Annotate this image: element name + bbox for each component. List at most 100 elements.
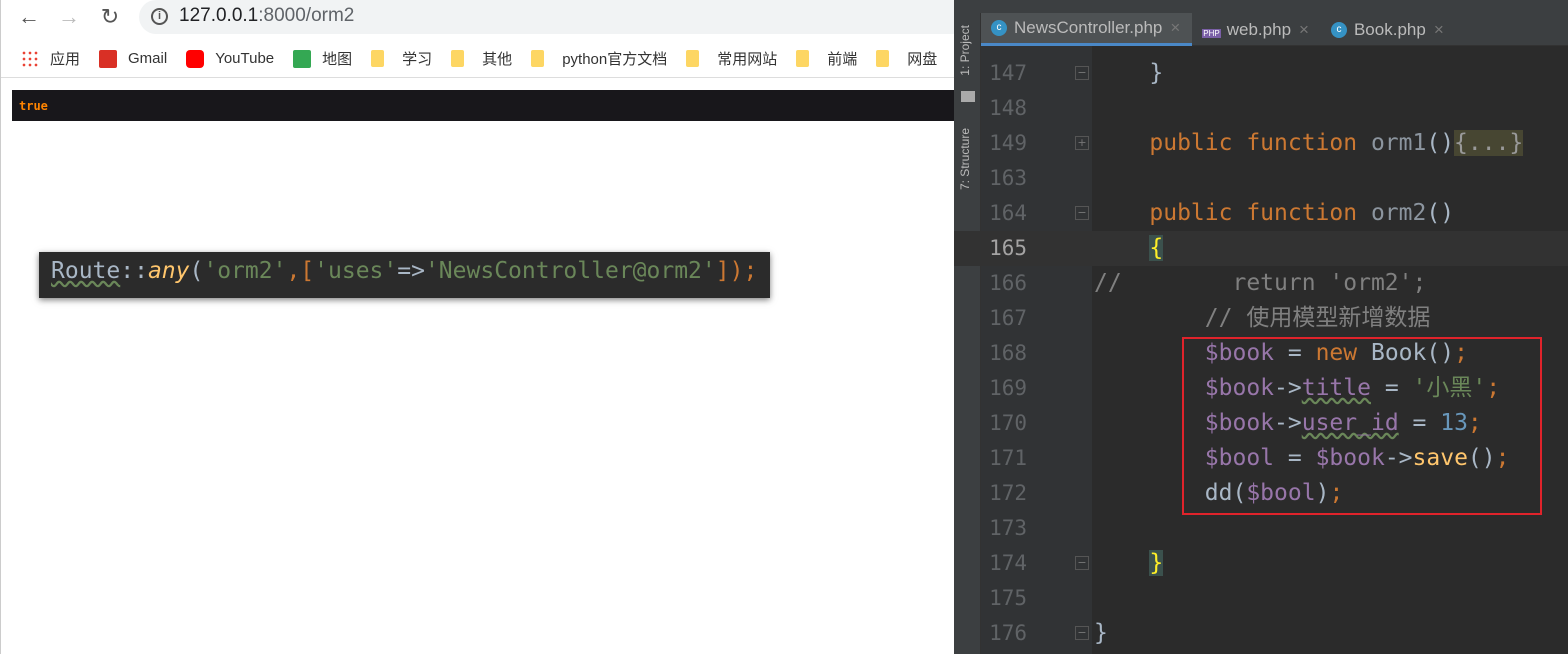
reload-button[interactable]: ↻: [97, 4, 123, 30]
tab-label: NewsController.php: [1014, 18, 1163, 37]
bookmark-label: 前端: [827, 51, 858, 68]
line-number: 171: [989, 446, 1027, 470]
code-token: (): [1426, 200, 1455, 226]
bookmark-label: 地图: [322, 51, 353, 68]
code-line: 165 {: [954, 231, 1568, 266]
fold-marker-icon[interactable]: −: [1075, 626, 1089, 640]
code-line: 149 + public function orm1(){...}: [954, 126, 1568, 161]
line-number: 149: [989, 131, 1027, 155]
line-number: 174: [989, 551, 1027, 575]
code-token: orm1: [1370, 130, 1427, 156]
bookmark-label: 网盘: [907, 51, 938, 68]
code-line: 167 // 使用模型新增数据: [954, 301, 1568, 336]
line-number: 148: [989, 96, 1027, 120]
code-token: {...}: [1454, 130, 1524, 156]
tab-web-php[interactable]: PHP web.php ×: [1192, 13, 1321, 46]
bookmark-0[interactable]: 应用: [21, 48, 80, 69]
code-token: ::: [120, 258, 148, 284]
dump-output: true: [12, 90, 955, 121]
code-token: }: [1094, 60, 1164, 86]
folder-icon: [796, 50, 810, 67]
bookmark-label: YouTube: [215, 50, 275, 67]
line-number: 165: [989, 236, 1027, 260]
tab-newscontroller-php[interactable]: c NewsController.php ×: [981, 13, 1193, 46]
code-text: }: [1094, 546, 1164, 581]
code-line: 176 −}: [954, 616, 1568, 651]
line-number: 166: [989, 271, 1027, 295]
youtube-icon: [186, 49, 205, 68]
bookmark-6[interactable]: python官方文档: [531, 48, 667, 69]
fold-marker-icon[interactable]: −: [1075, 556, 1089, 570]
bookmark-label: 学习: [402, 51, 433, 68]
bookmark-2[interactable]: YouTube: [186, 49, 275, 68]
code-line: 147 − }: [954, 56, 1568, 91]
close-tab-icon[interactable]: ×: [1170, 18, 1180, 38]
code-line: 166 // return 'orm2';: [954, 266, 1568, 301]
code-text: }: [1094, 56, 1163, 91]
code-token: (: [189, 258, 204, 284]
code-token: // 使用模型新增数据: [1094, 305, 1431, 331]
close-tab-icon[interactable]: ×: [1434, 20, 1444, 40]
code-token: }: [1149, 550, 1164, 576]
fold-marker-icon[interactable]: +: [1075, 136, 1089, 150]
code-text: // 使用模型新增数据: [1094, 301, 1431, 336]
fold-marker-icon[interactable]: −: [1075, 206, 1089, 220]
code-token: ,[: [286, 258, 315, 284]
line-number: 170: [989, 411, 1027, 435]
bookmark-9[interactable]: 网盘: [876, 48, 937, 69]
navigation-breadcrumb-bar: [954, 0, 1568, 13]
info-icon[interactable]: i: [151, 8, 168, 25]
code-token: 'uses': [314, 258, 398, 284]
bookmarks-bar: 应用 Gmail YouTube 地图 学习 其他 python官方文档 常用网站 前端 网盘: [1, 40, 955, 78]
code-text: // return 'orm2';: [1094, 266, 1426, 301]
code-text: {: [1094, 231, 1164, 266]
bookmark-label: 应用: [50, 51, 81, 68]
code-token: orm2: [1370, 200, 1427, 226]
back-button[interactable]: ←: [16, 4, 42, 30]
forward-button[interactable]: →: [56, 4, 82, 30]
route-code-tooltip: Route::any('orm2',['uses'=>'NewsControll…: [39, 252, 770, 298]
tab-label: Book.php: [1353, 19, 1426, 39]
tab-book-php[interactable]: c Book.php ×: [1321, 13, 1456, 46]
line-number: 167: [989, 306, 1027, 330]
bookmark-7[interactable]: 常用网站: [686, 48, 777, 69]
code-token: 'NewsController@orm2': [424, 258, 716, 284]
tab-label: web.php: [1226, 19, 1292, 39]
code-token: public function: [1094, 130, 1371, 156]
apps-grid-icon: [21, 49, 39, 68]
code-token: }: [1094, 620, 1108, 646]
bookmark-1[interactable]: Gmail: [99, 49, 167, 68]
line-number: 147: [989, 61, 1027, 85]
fold-marker-icon[interactable]: −: [1075, 66, 1089, 80]
php-file-icon: PHP: [1202, 29, 1221, 38]
line-number: 168: [989, 341, 1027, 365]
bookmark-3[interactable]: 地图: [293, 48, 352, 69]
code-token: any: [147, 258, 190, 284]
line-number: 172: [989, 481, 1027, 505]
address-bar[interactable]: i 127.0.0.1:8000/orm2: [139, 0, 969, 34]
code-text: }: [1094, 616, 1108, 651]
line-number: 176: [989, 621, 1027, 645]
bookmark-8[interactable]: 前端: [796, 48, 857, 69]
close-tab-icon[interactable]: ×: [1299, 20, 1309, 40]
browser-toolbar: ← → ↻ i 127.0.0.1:8000/orm2: [1, 0, 969, 36]
code-token: public function: [1094, 200, 1371, 226]
maps-icon: [293, 49, 312, 68]
line-number: 164: [989, 201, 1027, 225]
bookmark-5[interactable]: 其他: [451, 48, 512, 69]
class-icon: c: [991, 20, 1007, 36]
code-line: 173: [954, 511, 1568, 546]
code-line: 164 − public function orm2(): [954, 196, 1568, 231]
folder-icon: [686, 50, 700, 67]
gmail-icon: [99, 49, 118, 68]
folder-icon: [371, 50, 385, 67]
code-line: 175: [954, 581, 1568, 616]
bookmark-4[interactable]: 学习: [371, 48, 432, 69]
browser-window: ← → ↻ i 127.0.0.1:8000/orm2 应用 Gmail YouTu…: [0, 0, 969, 654]
line-number: 169: [989, 376, 1027, 400]
editor-tabs: c NewsController.php × PHP web.php × c Book.php…: [981, 13, 1568, 46]
bookmark-label: python官方文档: [562, 51, 668, 68]
code-line: 174 − }: [954, 546, 1568, 581]
